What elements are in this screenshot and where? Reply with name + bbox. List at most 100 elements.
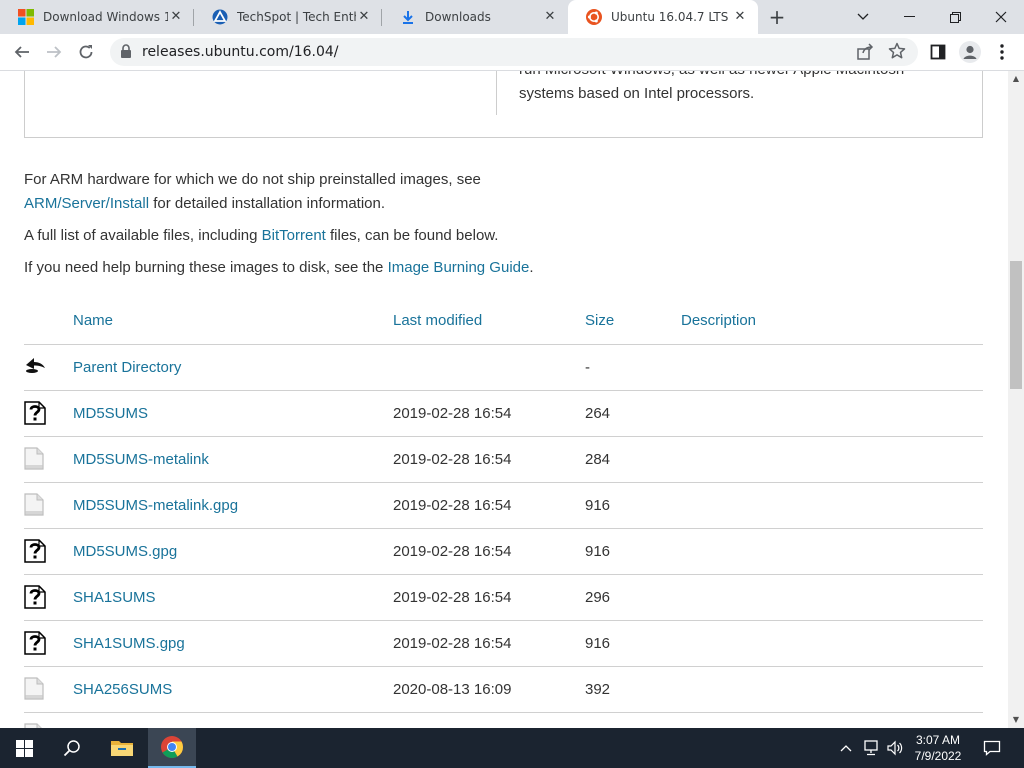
windows-start-icon xyxy=(15,739,33,757)
arm-server-install-link[interactable]: ARM/Server/Install xyxy=(24,195,149,212)
modified-cell: 2019-02-28 16:54 xyxy=(393,435,585,482)
unknown-file-icon[interactable] xyxy=(24,631,46,655)
clock[interactable]: 3:07 AM 7/9/2022 xyxy=(908,732,968,764)
close-window-button[interactable] xyxy=(978,0,1024,34)
scrollbar-thumb[interactable] xyxy=(1010,261,1022,389)
address-bar[interactable]: releases.ubuntu.com/16.04/ xyxy=(110,38,918,66)
file-link[interactable]: MD5SUMS xyxy=(73,405,148,422)
unknown-file-icon[interactable] xyxy=(24,539,46,563)
row-icon-cell xyxy=(24,435,73,482)
files-paragraph: A full list of available files, includin… xyxy=(24,224,498,248)
size-cell: 284 xyxy=(585,435,681,482)
description-cell xyxy=(681,435,983,482)
row-icon-cell xyxy=(24,665,73,712)
search-button[interactable] xyxy=(48,728,96,768)
info-box-text: run Microsoft Windows, as well as newer … xyxy=(519,71,904,102)
table-row: SHA1SUMS 2019-02-28 16:54 296 xyxy=(24,573,983,620)
network-tray-button[interactable] xyxy=(860,739,882,757)
unknown-file-icon[interactable] xyxy=(24,585,46,609)
file-link[interactable]: SHA256SUMS xyxy=(73,681,172,698)
row-icon-cell xyxy=(24,711,73,728)
side-panel-button[interactable] xyxy=(924,38,952,66)
file-link[interactable]: SHA1SUMS xyxy=(73,589,156,606)
chrome-taskbar-button[interactable] xyxy=(148,728,196,768)
volume-tray-button[interactable] xyxy=(884,739,906,757)
row-icon-cell xyxy=(24,527,73,574)
vertical-scrollbar[interactable]: ▲ ▼ xyxy=(1008,71,1024,728)
url-text[interactable]: releases.ubuntu.com/16.04/ xyxy=(142,44,339,60)
profile-button[interactable] xyxy=(956,38,984,66)
file-name-cell: SHA256SUMS.gpg xyxy=(73,711,393,728)
back-button[interactable] xyxy=(8,38,36,66)
new-tab-button[interactable]: + xyxy=(766,6,788,28)
modified-cell: 2019-02-28 16:54 xyxy=(393,619,585,666)
lock-icon[interactable] xyxy=(120,44,132,63)
file-link[interactable]: SHA1SUMS.gpg xyxy=(73,635,185,652)
browser-toolbar: releases.ubuntu.com/16.04/ xyxy=(0,34,1024,71)
image-burning-guide-link[interactable]: Image Burning Guide xyxy=(388,259,530,276)
close-icon[interactable]: ✕ xyxy=(542,9,558,25)
page-viewport: run Microsoft Windows, as well as newer … xyxy=(0,71,1008,728)
sort-by-description-link[interactable]: Description xyxy=(681,298,983,344)
avatar xyxy=(959,41,981,63)
file-link[interactable]: Parent Directory xyxy=(73,359,181,376)
bittorrent-link[interactable]: BitTorrent xyxy=(262,227,326,244)
blank-file-icon[interactable] xyxy=(24,447,46,471)
menu-button[interactable] xyxy=(988,38,1016,66)
windows-taskbar: 3:07 AM 7/9/2022 xyxy=(0,728,1024,768)
file-explorer-button[interactable] xyxy=(98,728,146,768)
modified-cell: 2020-08-13 16:09 xyxy=(393,665,585,712)
scroll-up-arrow[interactable]: ▲ xyxy=(1008,71,1024,87)
table-row: SHA256SUMS 2020-08-13 16:09 392 xyxy=(24,665,983,712)
arm-paragraph: For ARM hardware for which we do not shi… xyxy=(24,168,544,216)
close-icon[interactable]: ✕ xyxy=(356,9,372,25)
description-cell xyxy=(681,665,983,712)
folder-icon xyxy=(111,741,133,756)
tab-downloads[interactable]: Downloads ✕ xyxy=(382,0,568,34)
close-icon xyxy=(995,11,1007,23)
burning-text-tail: . xyxy=(529,259,534,276)
description-cell xyxy=(681,711,983,728)
tab-ubuntu[interactable]: Ubuntu 16.04.7 LTS (Xenial Xerus) ✕ xyxy=(568,0,758,34)
file-link[interactable]: MD5SUMS.gpg xyxy=(73,543,177,560)
action-center-button[interactable] xyxy=(982,739,1002,757)
reload-button[interactable] xyxy=(72,38,100,66)
description-cell xyxy=(681,619,983,666)
table-row: MD5SUMS 2019-02-28 16:54 264 xyxy=(24,389,983,436)
tab-techspot[interactable]: TechSpot | Tech Enthusiasts ✕ xyxy=(194,0,382,34)
close-icon[interactable]: ✕ xyxy=(168,9,184,25)
restore-button[interactable] xyxy=(932,0,978,34)
blank-file-icon[interactable] xyxy=(24,677,46,701)
minimize-button[interactable] xyxy=(886,0,932,34)
modified-cell: 2019-02-28 16:54 xyxy=(393,527,585,574)
description-cell xyxy=(681,481,983,528)
row-icon-cell xyxy=(24,389,73,436)
show-hidden-icons-button[interactable] xyxy=(838,739,854,757)
forward-button[interactable] xyxy=(40,38,68,66)
tab-strip: Download Windows 10 ✕ TechSpot | Tech En… xyxy=(0,0,1024,34)
sort-by-name-link[interactable]: Name xyxy=(73,298,393,344)
file-name-cell: SHA256SUMS xyxy=(73,665,393,712)
sort-by-size-link[interactable]: Size xyxy=(585,298,681,344)
back-arrow-icon[interactable] xyxy=(24,355,46,379)
file-link[interactable]: MD5SUMS-metalink xyxy=(73,451,209,468)
unknown-file-icon[interactable] xyxy=(24,401,46,425)
start-button[interactable] xyxy=(0,728,48,768)
share-icon[interactable] xyxy=(856,43,874,65)
tab-search-button[interactable] xyxy=(840,0,886,34)
chevron-up-icon xyxy=(840,745,852,752)
chrome-icon xyxy=(161,736,183,758)
tab-download-windows[interactable]: Download Windows 10 ✕ xyxy=(0,0,194,34)
close-icon[interactable]: ✕ xyxy=(732,9,748,25)
file-link[interactable]: MD5SUMS-metalink.gpg xyxy=(73,497,238,514)
size-cell: 833 xyxy=(585,711,681,728)
bookmark-star-icon[interactable] xyxy=(888,42,906,64)
modified-cell: 2019-02-28 16:54 xyxy=(393,481,585,528)
arm-text-tail: for detailed installation information. xyxy=(149,195,386,212)
blank-file-icon[interactable] xyxy=(24,493,46,517)
scroll-down-arrow[interactable]: ▼ xyxy=(1008,712,1024,728)
sort-by-modified-link[interactable]: Last modified xyxy=(393,298,585,344)
header-icon-cell xyxy=(24,298,73,344)
size-cell: 916 xyxy=(585,481,681,528)
description-cell xyxy=(681,389,983,436)
